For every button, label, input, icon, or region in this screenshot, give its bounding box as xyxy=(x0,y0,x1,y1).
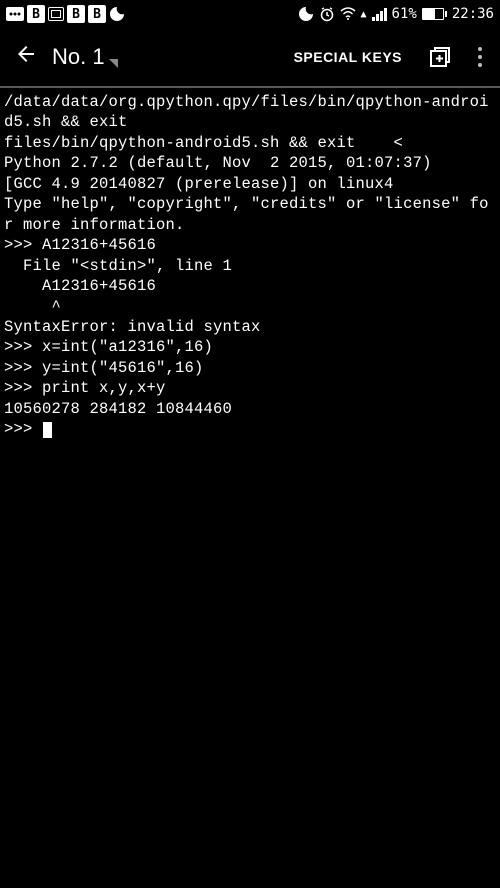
terminal-line: >>> A12316+45616 xyxy=(4,236,156,254)
terminal-output[interactable]: /data/data/org.qpython.qpy/files/bin/qpy… xyxy=(0,88,500,444)
terminal-line: files/bin/qpython-android5.sh && exit < xyxy=(4,134,403,152)
status-bar: B B B ▲ 61% 22:36 xyxy=(0,0,500,28)
battery-icon xyxy=(422,8,447,20)
status-right: ▲ 61% 22:36 xyxy=(298,6,494,22)
moon-icon xyxy=(298,6,314,22)
terminal-line: /data/data/org.qpython.qpy/files/bin/qpy… xyxy=(4,93,489,131)
terminal-line: [GCC 4.9 20140827 (prerelease)] on linux… xyxy=(4,175,394,193)
back-button[interactable] xyxy=(8,36,44,79)
notification-icon xyxy=(6,7,24,21)
new-tab-button[interactable] xyxy=(428,45,452,69)
cursor xyxy=(43,422,52,438)
app-badge-icon: B xyxy=(88,5,106,23)
app-bar: No. 1 SPECIAL KEYS xyxy=(0,28,500,86)
app-badge-icon: B xyxy=(27,5,45,23)
terminal-line: SyntaxError: invalid syntax xyxy=(4,318,261,336)
app-badge-icon: B xyxy=(67,5,85,23)
terminal-line: >>> y=int("45616",16) xyxy=(4,359,204,377)
dropdown-caret-icon xyxy=(109,59,118,68)
window-icon xyxy=(48,7,64,21)
alarm-icon xyxy=(319,6,335,22)
terminal-line: >>> x=int("a12316",16) xyxy=(4,338,213,356)
terminal-line: ^ xyxy=(4,298,61,316)
battery-percent: 61% xyxy=(392,6,417,22)
terminal-line: Python 2.7.2 (default, Nov 2 2015, 01:07… xyxy=(4,154,432,172)
terminal-line: File "<stdin>", line 1 xyxy=(4,257,232,275)
title-dropdown[interactable]: No. 1 xyxy=(52,44,276,70)
overflow-menu-button[interactable] xyxy=(468,41,492,73)
terminal-line: >>> print x,y,x+y xyxy=(4,379,166,397)
data-icon: ▲ xyxy=(361,9,367,20)
terminal-line: A12316+45616 xyxy=(4,277,156,295)
terminal-prompt: >>> xyxy=(4,420,42,438)
terminal-line: Type "help", "copyright", "credits" or "… xyxy=(4,195,489,233)
app-title: No. 1 xyxy=(52,44,105,70)
moon-icon xyxy=(109,6,125,22)
clock: 22:36 xyxy=(452,6,494,22)
terminal-line: 10560278 284182 10844460 xyxy=(4,400,232,418)
wifi-icon xyxy=(340,7,356,21)
signal-icon xyxy=(372,7,387,21)
status-left: B B B xyxy=(6,5,298,23)
special-keys-button[interactable]: SPECIAL KEYS xyxy=(284,49,412,65)
